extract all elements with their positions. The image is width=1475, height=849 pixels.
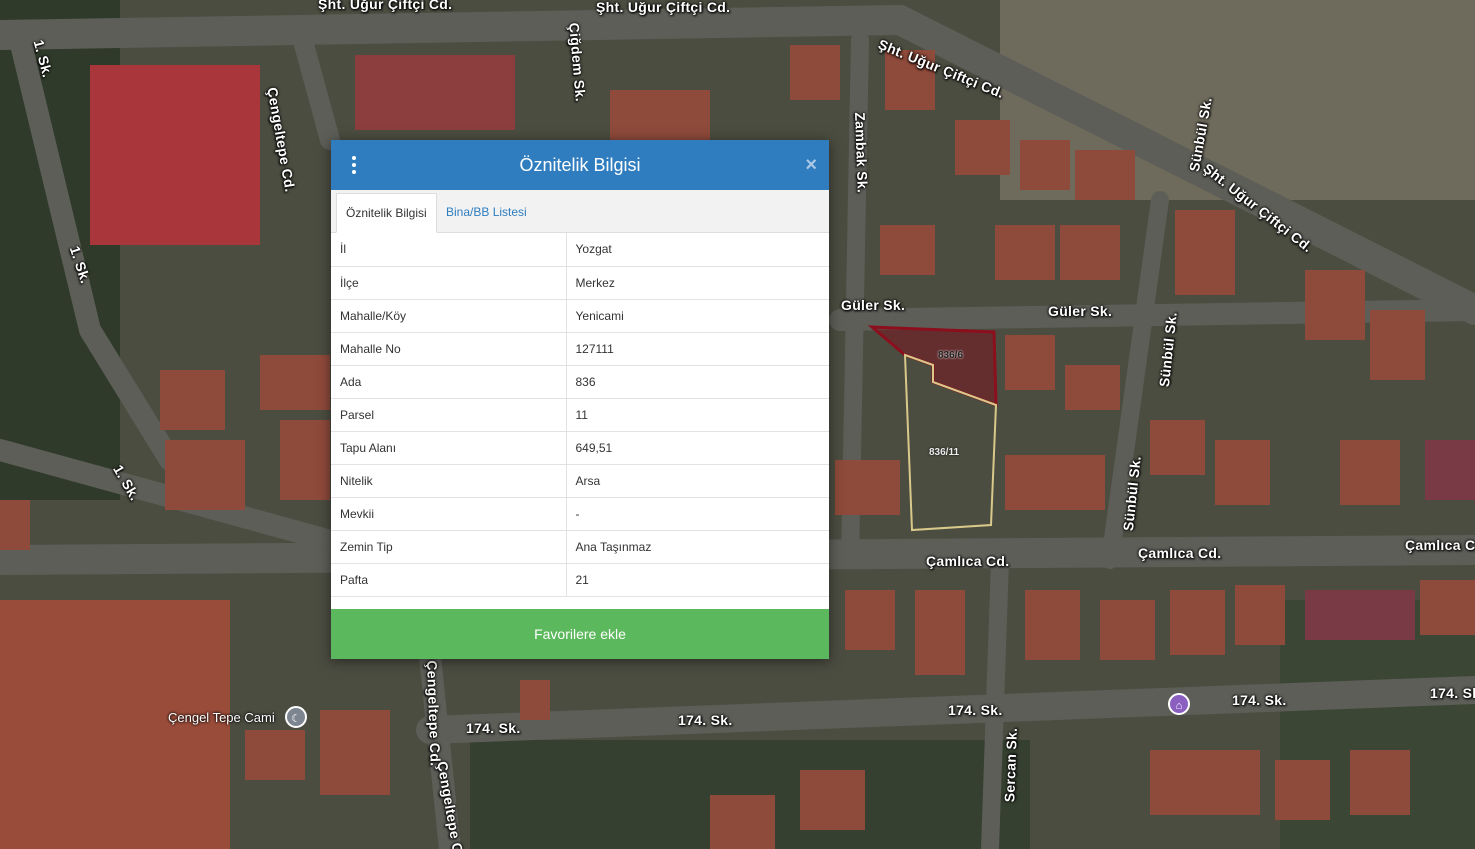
attribute-key: Mevkii xyxy=(331,497,567,531)
panel-title: Öznitelik Bilgisi xyxy=(519,155,641,175)
street-label: Çamlıca C xyxy=(1405,537,1475,553)
parcel-label[interactable]: 836/6 xyxy=(938,350,963,361)
table-row: İlçe Merkez xyxy=(331,266,829,300)
street-label: Güler Sk. xyxy=(1048,303,1113,319)
attribute-key: Parsel xyxy=(331,398,567,432)
table-row: Zemin Tip Ana Taşınmaz xyxy=(331,530,829,564)
attribute-key: İl xyxy=(331,233,567,267)
attribute-value: Arsa xyxy=(566,464,829,498)
street-label: 174. Sk. xyxy=(1232,692,1287,708)
attribute-key: Nitelik xyxy=(331,464,567,498)
place-marker-icon[interactable]: ⌂ xyxy=(1168,693,1190,715)
street-label: Zambak Sk. xyxy=(852,112,871,194)
table-row: Parsel 11 xyxy=(331,398,829,432)
table-row: Tapu Alanı 649,51 xyxy=(331,431,829,465)
table-row: Ada 836 xyxy=(331,365,829,399)
attribute-value: Merkez xyxy=(566,266,829,300)
street-label: 174. Sk. xyxy=(948,702,1003,718)
street-label: Sercan Sk. xyxy=(1001,727,1020,803)
add-to-favorites-button[interactable]: Favorilere ekle xyxy=(331,609,829,659)
attribute-value: Ana Taşınmaz xyxy=(566,530,829,564)
attribute-value: 21 xyxy=(566,563,829,597)
street-label: Çamlıca Cd. xyxy=(926,553,1010,569)
attribute-key: Ada xyxy=(331,365,567,399)
tab-building-list[interactable]: Bina/BB Listesi xyxy=(437,193,536,231)
panel-tabs: Öznitelik Bilgisi Bina/BB Listesi xyxy=(331,190,829,233)
panel-header: Öznitelik Bilgisi × xyxy=(331,140,829,190)
street-label: 174. Sk. xyxy=(678,712,733,728)
attribute-value: 11 xyxy=(566,398,829,432)
parcel-label[interactable]: 836/11 xyxy=(929,447,959,458)
street-label: 174. Sk. xyxy=(1430,685,1475,701)
table-row: Mahalle No 127111 xyxy=(331,332,829,366)
table-row: Nitelik Arsa xyxy=(331,464,829,498)
attribute-key: Tapu Alanı xyxy=(331,431,567,465)
attribute-key: Zemin Tip xyxy=(331,530,567,564)
attribute-key: İlçe xyxy=(331,266,567,300)
street-label: Güler Sk. xyxy=(841,297,906,313)
attribute-value: - xyxy=(566,497,829,531)
street-label: 174. Sk. xyxy=(466,720,521,736)
attribute-value: Yozgat xyxy=(566,233,829,267)
street-label: Çamlıca Cd. xyxy=(1138,545,1222,561)
attribute-value: 836 xyxy=(566,365,829,399)
close-icon[interactable]: × xyxy=(805,154,817,177)
table-row: Mevkii - xyxy=(331,497,829,531)
attribute-value: Yenicami xyxy=(566,299,829,333)
attribute-value: 649,51 xyxy=(566,431,829,465)
table-row: İl Yozgat xyxy=(331,233,829,267)
street-label: Şht. Uğur Çiftçi Cd. xyxy=(596,0,731,15)
table-row: Pafta 21 xyxy=(331,563,829,597)
attribute-value: 127111 xyxy=(566,332,829,366)
poi-label: Çengel Tepe Cami xyxy=(168,710,275,725)
attribute-table: İl Yozgat İlçe Merkez Mahalle/Köy Yenicami Mah… xyxy=(331,233,829,597)
mosque-icon[interactable]: ☾ xyxy=(285,706,307,728)
attribute-key: Pafta xyxy=(331,563,567,597)
street-label: Şht. Uğur Çiftçi Cd. xyxy=(318,0,453,12)
attribute-key: Mahalle/Köy xyxy=(331,299,567,333)
tab-attribute-info[interactable]: Öznitelik Bilgisi xyxy=(336,193,437,233)
attribute-info-panel: Öznitelik Bilgisi × Öznitelik Bilgisi Bi… xyxy=(331,140,829,659)
attribute-key: Mahalle No xyxy=(331,332,567,366)
table-row: Mahalle/Köy Yenicami xyxy=(331,299,829,333)
